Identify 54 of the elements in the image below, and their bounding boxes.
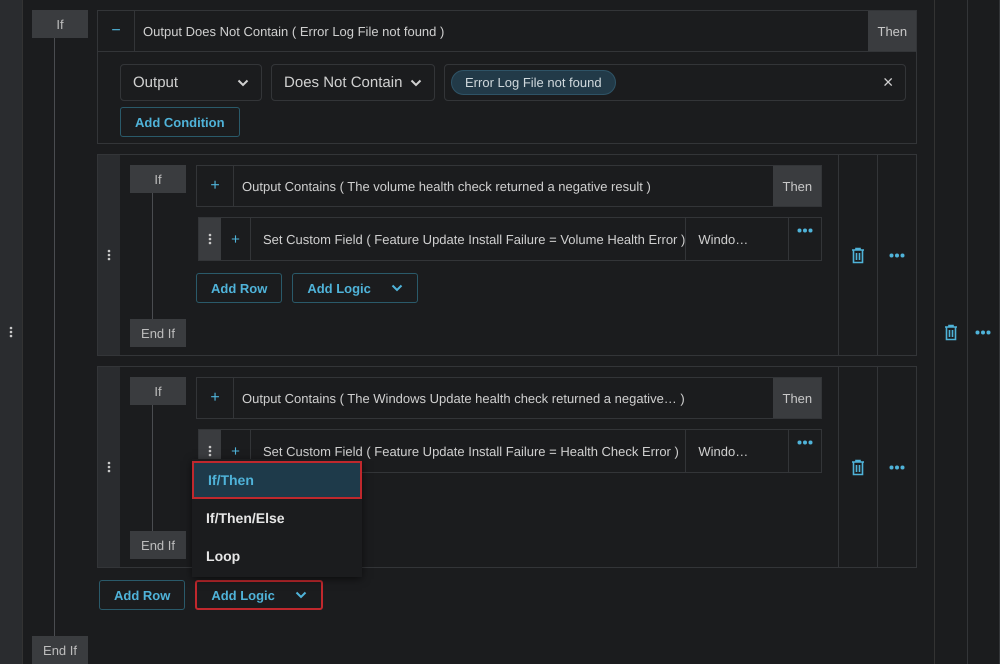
- toggle-button[interactable]: −: [98, 11, 136, 51]
- more-icon[interactable]: [975, 330, 992, 334]
- trash-icon[interactable]: [851, 458, 866, 476]
- target-text: Windo…: [685, 218, 788, 260]
- end-if-label: End If: [130, 531, 186, 559]
- chevron-down-icon: [294, 591, 307, 599]
- grip-icon[interactable]: [9, 326, 13, 338]
- then-tab[interactable]: Then: [868, 11, 916, 51]
- menu-item[interactable]: If/Then/Else: [192, 499, 362, 537]
- toggle-button[interactable]: +: [197, 166, 234, 206]
- if-label: If: [130, 377, 186, 405]
- then-tab[interactable]: Then: [773, 378, 822, 418]
- if-label: If: [32, 10, 88, 38]
- grip-icon[interactable]: [107, 461, 112, 473]
- menu-item[interactable]: If/Then: [192, 461, 362, 499]
- field-select[interactable]: Output: [120, 64, 262, 101]
- action-text: Set Custom Field ( Feature Update Install Failure = Volume Health Error ): [262, 230, 686, 249]
- condition-text: Output Contains ( The Windows Update health check returned a negative… ): [241, 390, 686, 408]
- toggle-button[interactable]: +: [197, 378, 234, 418]
- condition-text: Output Does Not Contain ( Error Log File not found ): [142, 22, 446, 41]
- grip-icon[interactable]: [208, 445, 212, 457]
- more-icon[interactable]: [889, 252, 906, 258]
- value-chip: Error Log File not found: [451, 70, 616, 95]
- chevron-down-icon: [410, 78, 422, 86]
- chevron-down-icon: [237, 78, 250, 86]
- add-condition-button[interactable]: Add Condition: [120, 107, 240, 137]
- end-if-label: End If: [32, 636, 88, 664]
- toggle-button[interactable]: +: [221, 218, 252, 260]
- action-text: Set Custom Field ( Feature Update Install Failure = Health Check Error ): [262, 442, 680, 461]
- more-icon[interactable]: [889, 464, 906, 470]
- drag-handle[interactable]: [98, 155, 120, 355]
- chevron-down-icon: [390, 284, 403, 292]
- condition-text: Output Contains ( The volume health check returned a negative result ): [241, 178, 652, 196]
- menu-item[interactable]: Loop: [192, 537, 362, 575]
- then-tab[interactable]: Then: [773, 166, 822, 206]
- add-row-button[interactable]: Add Row: [196, 273, 282, 303]
- drag-handle[interactable]: [199, 218, 222, 260]
- add-row-button[interactable]: Add Row: [99, 580, 186, 610]
- trash-icon[interactable]: [944, 324, 958, 340]
- add-logic-button[interactable]: Add Logic: [195, 580, 323, 610]
- grip-icon[interactable]: [208, 233, 212, 245]
- drag-handle[interactable]: [0, 0, 24, 664]
- trash-icon[interactable]: [851, 246, 866, 264]
- end-if-label: End If: [130, 319, 186, 347]
- more-icon[interactable]: [797, 440, 814, 445]
- grip-icon[interactable]: [107, 249, 112, 261]
- add-logic-button[interactable]: Add Logic: [292, 273, 418, 303]
- target-text: Windo…: [685, 430, 788, 472]
- if-label: If: [130, 165, 186, 193]
- operator-select[interactable]: Does Not Contain: [271, 64, 436, 101]
- clear-button[interactable]: ×: [882, 72, 894, 93]
- more-icon[interactable]: [797, 228, 814, 233]
- value-field[interactable]: Error Log File not found ×: [444, 64, 906, 101]
- drag-handle[interactable]: [98, 367, 120, 567]
